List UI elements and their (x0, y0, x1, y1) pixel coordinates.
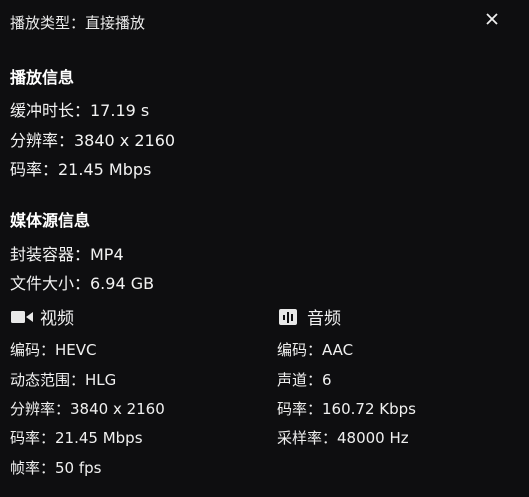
close-icon (486, 13, 498, 25)
audio-codec: 编码：AAC (277, 341, 354, 359)
video-camera-icon (10, 308, 34, 326)
play-type-label: 播放类型：直接播放 (10, 14, 146, 32)
playback-info-panel: 播放类型：直接播放 播放信息 缓冲时长：17.19 s 分辨率：3840 x 2… (0, 0, 529, 497)
video-header: 视频 (10, 304, 74, 329)
container-format: 封装容器：MP4 (10, 245, 124, 264)
media-source-title: 媒体源信息 (10, 211, 91, 230)
close-button[interactable] (483, 10, 501, 28)
audio-sample-rate: 采样率：48000 Hz (277, 429, 409, 447)
video-title: 视频 (40, 309, 74, 329)
resolution: 分辨率：3840 x 2160 (10, 131, 176, 150)
audio-channels: 声道：6 (277, 371, 332, 389)
audio-bitrate: 码率：160.72 Kbps (277, 400, 416, 418)
buffer-duration: 缓冲时长：17.19 s (10, 101, 150, 120)
bitrate: 码率：21.45 Mbps (10, 160, 152, 179)
audio-wave-icon (277, 308, 301, 326)
video-resolution: 分辨率：3840 x 2160 (10, 400, 165, 418)
file-size: 文件大小：6.94 GB (10, 274, 155, 293)
video-framerate: 帧率：50 fps (10, 459, 102, 477)
audio-header: 音频 (277, 304, 341, 329)
audio-title: 音频 (307, 309, 341, 329)
video-bitrate: 码率：21.45 Mbps (10, 429, 143, 447)
video-codec: 编码：HEVC (10, 341, 97, 359)
video-dynamic-range: 动态范围：HLG (10, 371, 117, 389)
playback-info-title: 播放信息 (10, 68, 75, 87)
